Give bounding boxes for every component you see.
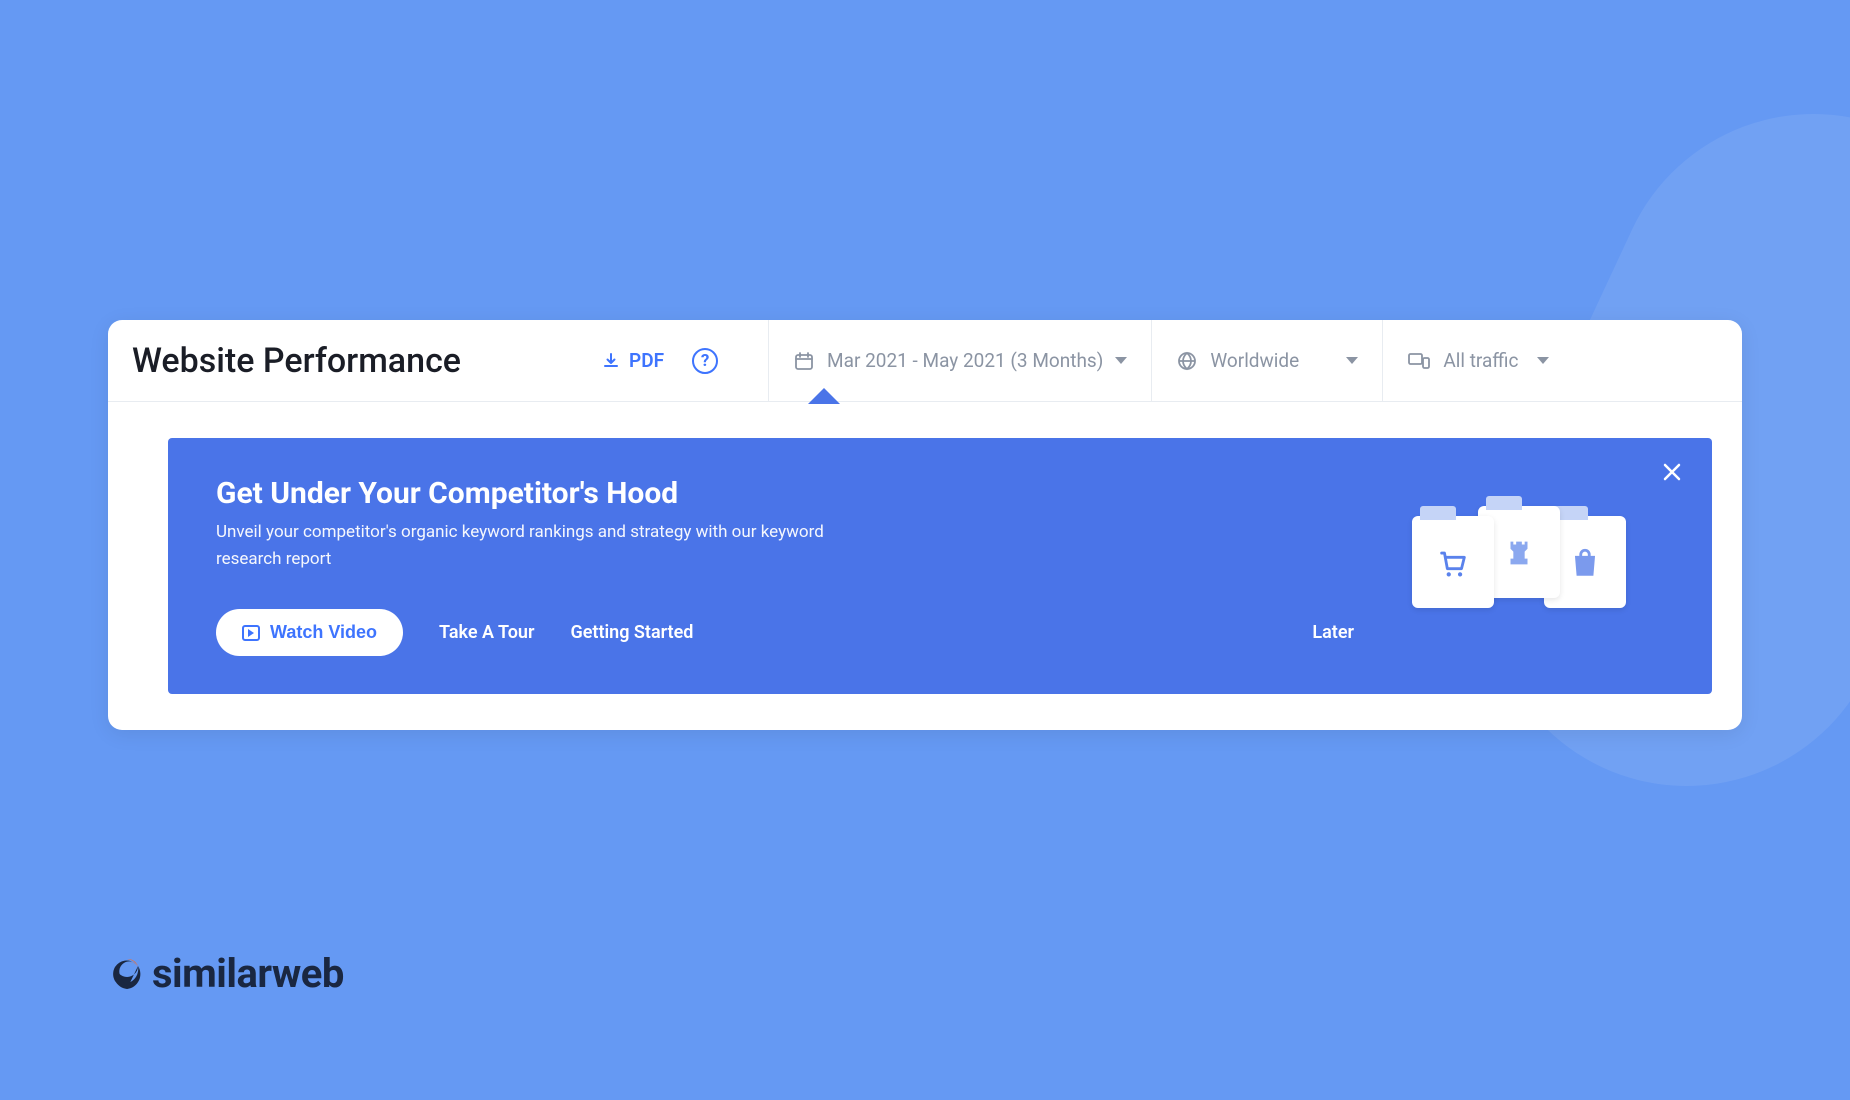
bag-icon — [1568, 546, 1602, 580]
date-range-label: Mar 2021 - May 2021 (3 Months) — [827, 349, 1103, 372]
traffic-selector[interactable]: All traffic — [1383, 320, 1573, 401]
pdf-export-button[interactable]: PDF — [601, 349, 664, 372]
main-card: Website Performance PDF ? Mar 2021 - May… — [108, 320, 1742, 730]
later-button[interactable]: Later — [1312, 622, 1354, 643]
devices-icon — [1407, 350, 1431, 372]
page-title: Website Performance — [132, 341, 461, 381]
banner-container: Get Under Your Competitor's Hood Unveil … — [108, 402, 1742, 730]
video-icon — [242, 625, 260, 641]
promo-banner: Get Under Your Competitor's Hood Unveil … — [168, 438, 1712, 694]
region-selector[interactable]: Worldwide — [1152, 320, 1382, 401]
illustration-card — [1412, 516, 1494, 608]
watch-video-label: Watch Video — [270, 622, 377, 643]
chevron-down-icon — [1115, 357, 1127, 364]
take-tour-button[interactable]: Take A Tour — [439, 622, 534, 643]
brand-name: similarweb — [152, 950, 344, 997]
calendar-icon — [793, 350, 815, 372]
banner-subtitle: Unveil your competitor's organic keyword… — [216, 519, 836, 573]
banner-pointer — [808, 388, 840, 404]
region-label: Worldwide — [1210, 349, 1299, 372]
chevron-down-icon — [1537, 357, 1549, 364]
pdf-label: PDF — [629, 349, 664, 372]
cart-icon — [1436, 546, 1470, 580]
brand-logo: similarweb — [108, 950, 344, 997]
getting-started-button[interactable]: Getting Started — [570, 622, 693, 643]
help-icon: ? — [701, 351, 709, 371]
traffic-label: All traffic — [1443, 349, 1518, 372]
help-button[interactable]: ? — [692, 348, 718, 374]
header-bar: Website Performance PDF ? Mar 2021 - May… — [108, 320, 1742, 402]
globe-icon — [1176, 350, 1198, 372]
banner-illustration — [1412, 506, 1642, 626]
similarweb-icon — [108, 955, 146, 993]
watch-video-button[interactable]: Watch Video — [216, 609, 403, 656]
close-button[interactable] — [1660, 460, 1684, 484]
close-icon — [1660, 460, 1684, 484]
chevron-down-icon — [1346, 357, 1358, 364]
download-icon — [601, 351, 621, 371]
rook-icon — [1502, 536, 1536, 570]
